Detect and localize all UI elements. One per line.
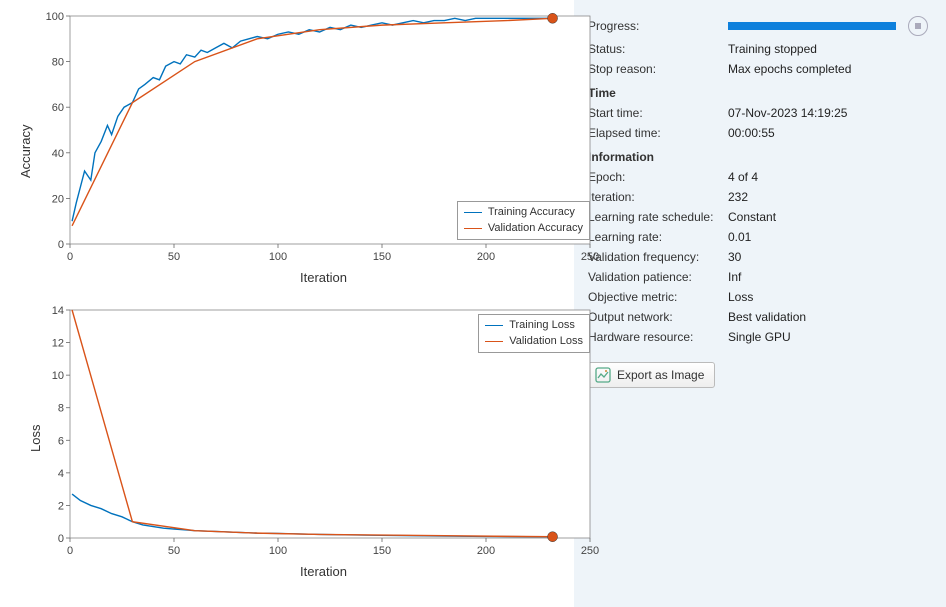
- svg-text:100: 100: [269, 251, 287, 263]
- legend-label: Training Loss: [509, 318, 575, 333]
- svg-text:80: 80: [52, 57, 64, 69]
- epoch-value: 4 of 4: [728, 170, 758, 184]
- epoch-label: Epoch:: [588, 170, 728, 184]
- stop-button[interactable]: [908, 16, 928, 36]
- out-value: Best validation: [728, 310, 806, 324]
- progress-row: Progress:: [588, 16, 928, 36]
- legend-line-train-icon: [485, 325, 503, 327]
- svg-text:100: 100: [269, 545, 287, 557]
- vfreq-value: 30: [728, 250, 741, 264]
- svg-text:50: 50: [168, 545, 180, 557]
- svg-text:250: 250: [581, 545, 599, 557]
- svg-text:0: 0: [67, 251, 73, 263]
- svg-text:0: 0: [58, 239, 64, 251]
- stopreason-value: Max epochs completed: [728, 62, 851, 76]
- svg-text:4: 4: [58, 468, 64, 480]
- svg-text:150: 150: [373, 545, 391, 557]
- progress-label: Progress:: [588, 19, 728, 33]
- lrs-label: Learning rate schedule:: [588, 210, 728, 224]
- loss-legend: Training Loss Validation Loss: [478, 314, 590, 353]
- svg-text:150: 150: [373, 251, 391, 263]
- iteration-label: Iteration:: [588, 190, 728, 204]
- svg-text:14: 14: [52, 305, 64, 317]
- out-label: Output network:: [588, 310, 728, 324]
- legend-line-train-icon: [464, 212, 482, 214]
- lr-label: Learning rate:: [588, 230, 728, 244]
- svg-text:0: 0: [58, 533, 64, 545]
- vpat-value: Inf: [728, 270, 741, 284]
- accuracy-plot: Accuracy 020406080100050100150200250 Ite…: [40, 8, 600, 288]
- iteration-value: 232: [728, 190, 748, 204]
- lr-value: 0.01: [728, 230, 751, 244]
- lrs-value: Constant: [728, 210, 776, 224]
- status-label: Status:: [588, 42, 728, 56]
- elapsed-label: Elapsed time:: [588, 126, 728, 140]
- export-image-button[interactable]: Export as Image: [588, 362, 715, 388]
- hw-value: Single GPU: [728, 330, 791, 344]
- info-panel: Progress: Status:Training stopped Stop r…: [574, 0, 946, 607]
- accuracy-ylabel: Accuracy: [18, 125, 33, 178]
- legend-label: Validation Accuracy: [488, 221, 583, 236]
- obj-label: Objective metric:: [588, 290, 728, 304]
- svg-text:60: 60: [52, 102, 64, 114]
- progress-bar: [728, 22, 896, 30]
- hw-label: Hardware resource:: [588, 330, 728, 344]
- svg-text:20: 20: [52, 193, 64, 205]
- svg-text:40: 40: [52, 148, 64, 160]
- status-value: Training stopped: [728, 42, 817, 56]
- svg-text:12: 12: [52, 338, 64, 350]
- svg-text:0: 0: [67, 545, 73, 557]
- legend-line-val-icon: [485, 341, 503, 343]
- accuracy-legend: Training Accuracy Validation Accuracy: [457, 201, 590, 240]
- elapsed-value: 00:00:55: [728, 126, 775, 140]
- svg-text:200: 200: [477, 545, 495, 557]
- svg-text:50: 50: [168, 251, 180, 263]
- svg-text:8: 8: [58, 403, 64, 415]
- root: Accuracy 020406080100050100150200250 Ite…: [0, 0, 946, 607]
- svg-text:250: 250: [581, 251, 599, 263]
- starttime-value: 07-Nov-2023 14:19:25: [728, 106, 847, 120]
- stop-icon: [915, 23, 921, 29]
- svg-text:200: 200: [477, 251, 495, 263]
- time-header: Time: [588, 86, 928, 100]
- legend-line-val-icon: [464, 228, 482, 230]
- legend-label: Training Accuracy: [488, 205, 575, 220]
- vpat-label: Validation patience:: [588, 270, 728, 284]
- loss-xlabel: Iteration: [300, 564, 347, 579]
- legend-label: Validation Loss: [509, 334, 583, 349]
- info-header: Information: [588, 150, 928, 164]
- vfreq-label: Validation frequency:: [588, 250, 728, 264]
- obj-value: Loss: [728, 290, 753, 304]
- svg-text:2: 2: [58, 500, 64, 512]
- svg-text:6: 6: [58, 435, 64, 447]
- stopreason-label: Stop reason:: [588, 62, 728, 76]
- starttime-label: Start time:: [588, 106, 728, 120]
- svg-text:10: 10: [52, 370, 64, 382]
- loss-plot: Loss 02468101214050100150200250 Iteratio…: [40, 302, 600, 582]
- accuracy-xlabel: Iteration: [300, 270, 347, 285]
- plots-panel: Accuracy 020406080100050100150200250 Ite…: [0, 0, 574, 607]
- export-label: Export as Image: [617, 368, 704, 382]
- svg-text:100: 100: [46, 11, 64, 23]
